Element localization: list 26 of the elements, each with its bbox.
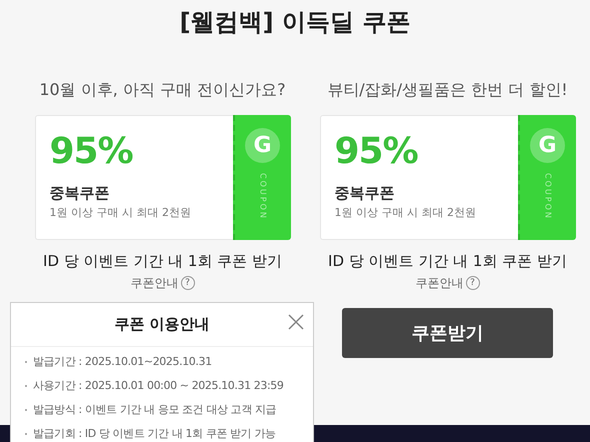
guide-item: 발급방식 : 이벤트 기간 내 응모 조건 대상 고객 지급 <box>33 402 276 418</box>
coupon-guide-link[interactable]: 쿠폰안내 ? <box>130 274 194 292</box>
coupon-name: 중복쿠폰 <box>50 184 110 202</box>
coupon-stamp-label: COUPON <box>258 173 268 220</box>
coupon-caption: ID 당 이벤트 기간 내 1회 쿠폰 받기 <box>328 251 567 272</box>
guide-item: 사용기간 : 2025.10.01 00:00 ~ 2025.10.31 23:59 <box>33 378 284 394</box>
coupon-caption: ID 당 이벤트 기간 내 1회 쿠폰 받기 <box>43 251 282 272</box>
discount-percent: 95% <box>50 130 133 174</box>
coupon-name: 중복쿠폰 <box>334 184 394 202</box>
coupon-guide-link[interactable]: 쿠폰안내 ? <box>416 274 480 292</box>
column-subtitle: 뷰티/잡화/생필품은 한번 더 할인! <box>327 79 568 101</box>
guide-item: 발급기간 : 2025.10.01~2025.10.31 <box>33 354 212 370</box>
g-logo: G <box>245 128 280 163</box>
help-icon: ? <box>180 276 194 290</box>
get-coupon-button[interactable]: 쿠폰받기 <box>342 308 553 358</box>
close-icon[interactable] <box>287 313 305 331</box>
column-subtitle: 10월 이후, 아직 구매 전이신가요? <box>39 79 286 101</box>
page-title: [웰컴백] 이득딜 쿠폰 <box>180 7 410 37</box>
discount-percent: 95% <box>334 130 418 174</box>
guide-item: 발급기회 : ID 당 이벤트 기간 내 1회 쿠폰 받기 가능 <box>33 426 276 442</box>
popup-title: 쿠폰 이용안내 <box>114 314 210 336</box>
g-logo: G <box>530 128 565 163</box>
coupon-stamp-label: COUPON <box>542 173 554 220</box>
help-icon: ? <box>466 276 480 290</box>
coupon-condition: 1원 이상 구매 시 최대 2천원 <box>50 206 191 220</box>
coupon-condition: 1원 이상 구매 시 최대 2천원 <box>334 206 476 220</box>
